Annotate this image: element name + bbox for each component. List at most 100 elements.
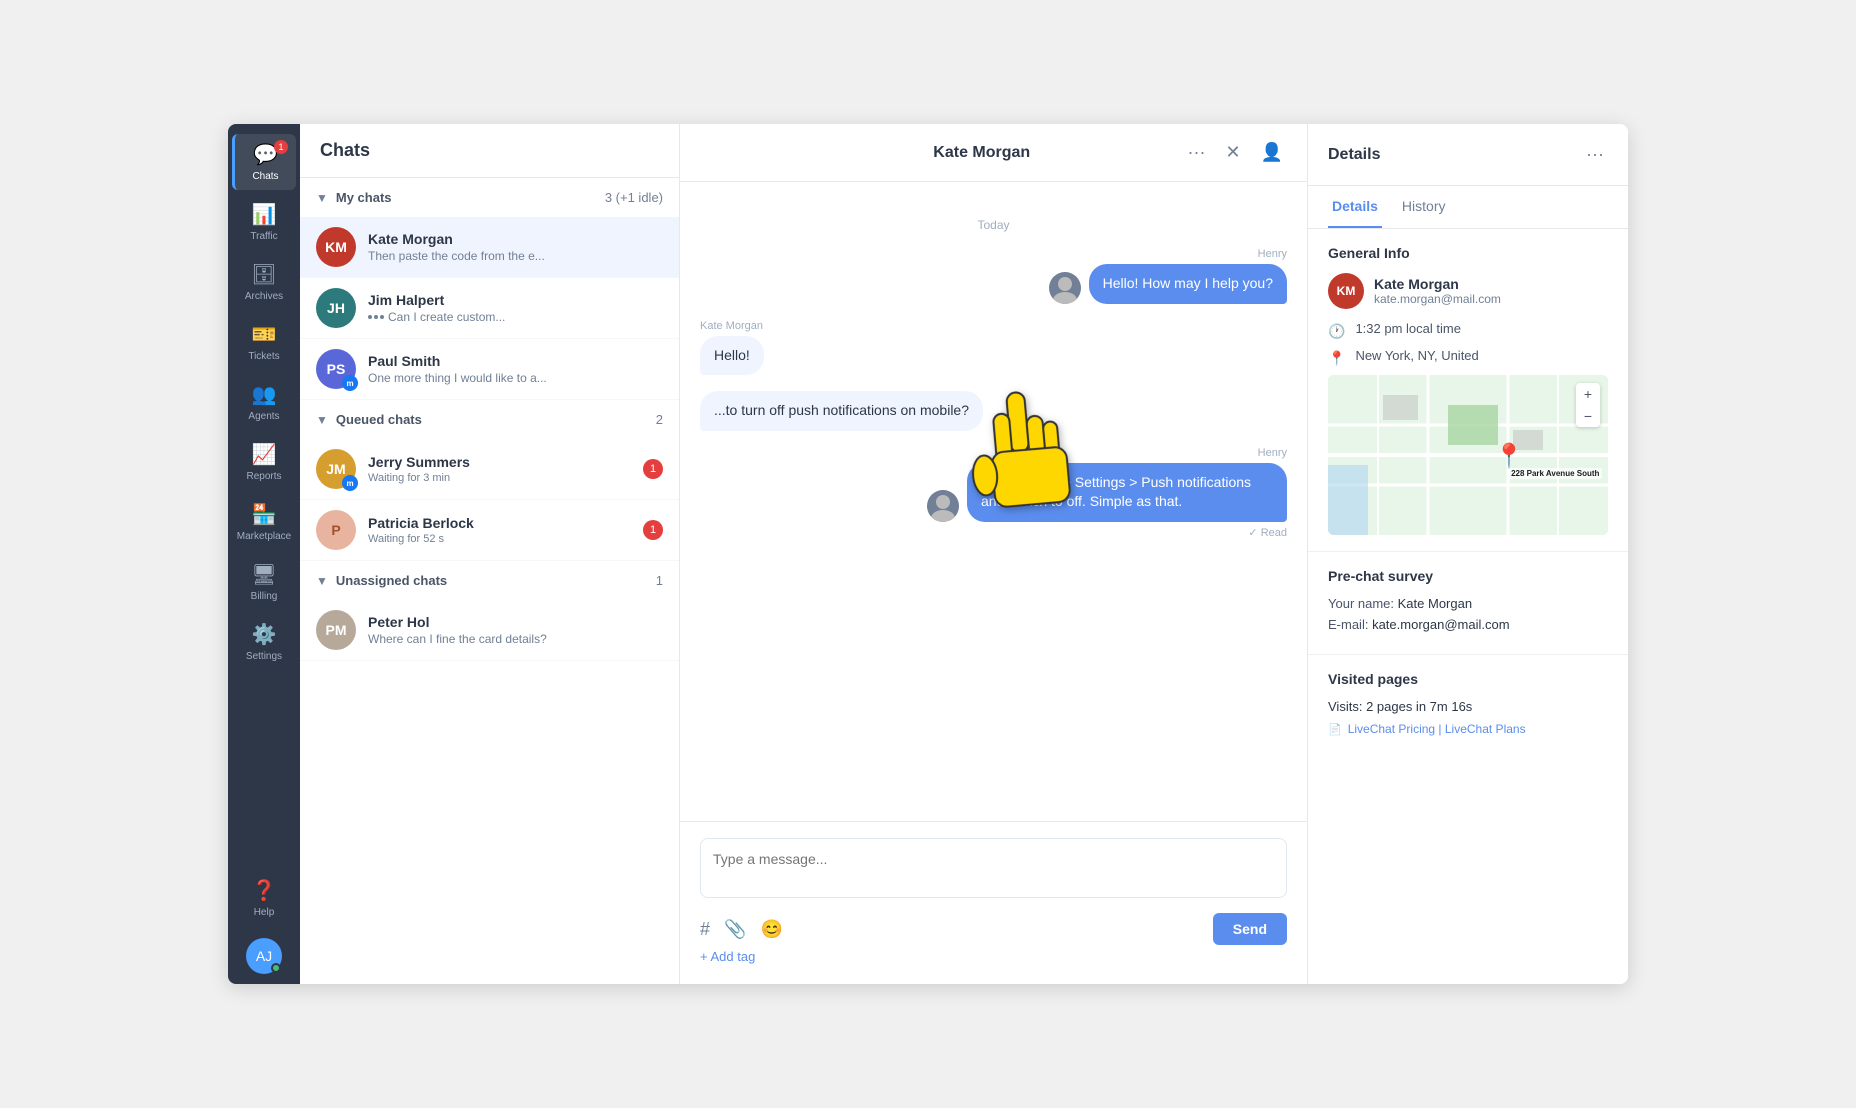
archives-icon: 🗄: [251, 262, 276, 287]
chat-preview-paul: One more thing I would like to a...: [368, 371, 663, 385]
detail-name: Kate Morgan: [1374, 276, 1501, 292]
tickets-icon: 🎫: [252, 322, 277, 347]
unassigned-chats-label: ▼ Unassigned chats: [316, 573, 447, 588]
main-chat: Kate Morgan ··· ✕ 👤 Today Henry Hello! H…: [680, 124, 1308, 984]
chat-header-actions: ··· ✕ 👤: [1184, 138, 1288, 167]
details-more-button[interactable]: ···: [1582, 140, 1608, 169]
sender-name-henry-1: Henry: [700, 248, 1287, 260]
chat-item-jerry[interactable]: JM m Jerry Summers Waiting for 3 min 1: [300, 439, 679, 500]
date-divider: Today: [700, 218, 1287, 232]
chat-item-kate[interactable]: KM Kate Morgan Then paste the code from …: [300, 217, 679, 278]
nav-item-traffic[interactable]: 📊 Traffic: [232, 194, 296, 250]
read-receipt: ✓ Read: [700, 526, 1287, 539]
chat-item-patricia[interactable]: P Patricia Berlock Waiting for 52 s 1: [300, 500, 679, 561]
page-link[interactable]: 📄 LiveChat Pricing | LiveChat Plans: [1328, 722, 1608, 736]
nav-item-billing[interactable]: 🖥 Billing: [232, 554, 296, 610]
nav-label-marketplace: Marketplace: [237, 531, 291, 542]
tab-history[interactable]: History: [1398, 186, 1450, 228]
chat-typing-jim: Can I create custom...: [368, 310, 663, 324]
nav-item-tickets[interactable]: 🎫 Tickets: [232, 314, 296, 370]
sender-name-henry-2: Henry: [700, 447, 1287, 459]
details-panel: Details ··· Details History General Info…: [1308, 124, 1628, 984]
nav-label-traffic: Traffic: [250, 231, 277, 242]
nav-label-billing: Billing: [251, 591, 278, 602]
location-icon: 📍: [1328, 350, 1345, 367]
chat-item-paul[interactable]: PS m Paul Smith One more thing I would l…: [300, 339, 679, 400]
message-input[interactable]: [700, 838, 1287, 898]
nav-item-marketplace[interactable]: 🏪 Marketplace: [232, 494, 296, 550]
sidebar-content: ▼ My chats 3 (+1 idle) KM Kate Morgan Th…: [300, 178, 679, 984]
map-container: 📍 228 Park Avenue South + −: [1328, 375, 1608, 535]
chat-item-peter[interactable]: PM Peter Hol Where can I fine the card d…: [300, 600, 679, 661]
visits-info: Visits: 2 pages in 7m 16s: [1328, 699, 1608, 714]
message-group-3: ...to turn off push notifications on mob…: [700, 391, 1287, 431]
pre-chat-survey-section: Pre-chat survey Your name: Kate Morgan E…: [1308, 552, 1628, 655]
message-bubble-3: ...to turn off push notifications on mob…: [700, 391, 983, 431]
queued-chats-count: 2: [656, 412, 663, 427]
nav-item-help[interactable]: ❓ Help: [232, 870, 296, 926]
chat-info-jim: Jim Halpert Can I create custom...: [368, 292, 663, 324]
nav-item-settings[interactable]: ⚙️ Settings: [232, 614, 296, 670]
pre-chat-survey-title: Pre-chat survey: [1328, 568, 1608, 584]
message-bubble-2: Hello!: [700, 336, 764, 376]
my-chats-section-header[interactable]: ▼ My chats 3 (+1 idle): [300, 178, 679, 217]
map-zoom-in[interactable]: +: [1576, 383, 1600, 405]
my-chats-count: 3 (+1 idle): [605, 190, 663, 205]
nav-label-archives: Archives: [245, 291, 283, 302]
close-chat-button[interactable]: ✕: [1221, 138, 1244, 167]
add-tag-button[interactable]: + Add tag: [700, 945, 1287, 968]
message-group-1: Henry Hello! How may I help you?: [700, 248, 1287, 304]
chat-badge-patricia: 1: [643, 520, 663, 540]
queued-chats-chevron: ▼: [316, 413, 328, 427]
chat-info-peter: Peter Hol Where can I fine the card deta…: [368, 614, 663, 646]
nav-item-chats[interactable]: 💬 Chats 1: [232, 134, 296, 190]
billing-icon: 🖥: [251, 562, 276, 587]
nav-item-reports[interactable]: 📈 Reports: [232, 434, 296, 490]
general-info-title: General Info: [1328, 245, 1608, 261]
typing-dots: [368, 315, 384, 319]
settings-icon: ⚙️: [252, 622, 277, 647]
map-zoom-out[interactable]: −: [1576, 405, 1600, 427]
hashtag-icon[interactable]: #: [700, 919, 710, 940]
unassigned-chats-chevron: ▼: [316, 574, 328, 588]
input-icons: # 📎 😊: [700, 919, 783, 940]
nav-item-agents[interactable]: 👥 Agents: [232, 374, 296, 430]
queued-chats-section-header[interactable]: ▼ Queued chats 2: [300, 400, 679, 439]
reports-icon: 📈: [252, 442, 277, 467]
survey-row-name: Your name: Kate Morgan: [1328, 596, 1608, 611]
chat-name-kate: Kate Morgan: [368, 231, 663, 247]
nav-label-agents: Agents: [248, 411, 279, 422]
sender-name-kate-1: Kate Morgan: [700, 320, 1287, 332]
user-profile-button[interactable]: 👤: [1257, 138, 1287, 167]
chat-header: Kate Morgan ··· ✕ 👤: [680, 124, 1307, 182]
chat-preview-kate: Then paste the code from the e...: [368, 249, 663, 263]
marketplace-icon: 🏪: [252, 502, 277, 527]
survey-name-value: Kate Morgan: [1398, 596, 1472, 611]
emoji-icon[interactable]: 😊: [760, 919, 782, 940]
attachment-icon[interactable]: 📎: [724, 919, 746, 940]
avatar-patricia: P: [316, 510, 356, 550]
survey-email-value: kate.morgan@mail.com: [1372, 617, 1509, 632]
my-chats-chevron: ▼: [316, 191, 328, 205]
avatar-paul: PS m: [316, 349, 356, 389]
agents-icon: 👥: [252, 382, 277, 407]
detail-user-info: Kate Morgan kate.morgan@mail.com: [1374, 276, 1501, 306]
user-avatar[interactable]: AJ: [246, 938, 282, 974]
chat-item-jim[interactable]: JH Jim Halpert Can I create custom...: [300, 278, 679, 339]
sidebar-header: Chats: [300, 124, 679, 178]
my-chats-label: ▼ My chats: [316, 190, 392, 205]
chats-badge: 1: [274, 140, 288, 154]
detail-user-row: KM Kate Morgan kate.morgan@mail.com: [1328, 273, 1608, 309]
messenger-badge-jerry: m: [342, 475, 358, 491]
online-status-dot: [271, 963, 281, 973]
help-icon: ❓: [252, 878, 277, 903]
details-tabs: Details History: [1308, 186, 1628, 229]
unassigned-chats-section-header[interactable]: ▼ Unassigned chats 1: [300, 561, 679, 600]
send-button[interactable]: Send: [1213, 913, 1287, 945]
nav-item-archives[interactable]: 🗄 Archives: [232, 254, 296, 310]
chat-name-jerry: Jerry Summers: [368, 454, 643, 470]
detail-time: 1:32 pm local time: [1355, 321, 1461, 336]
message-group-4: Henry Go to Profile > Settings > Push no…: [700, 447, 1287, 539]
more-options-button[interactable]: ···: [1184, 138, 1210, 167]
tab-details[interactable]: Details: [1328, 186, 1382, 228]
